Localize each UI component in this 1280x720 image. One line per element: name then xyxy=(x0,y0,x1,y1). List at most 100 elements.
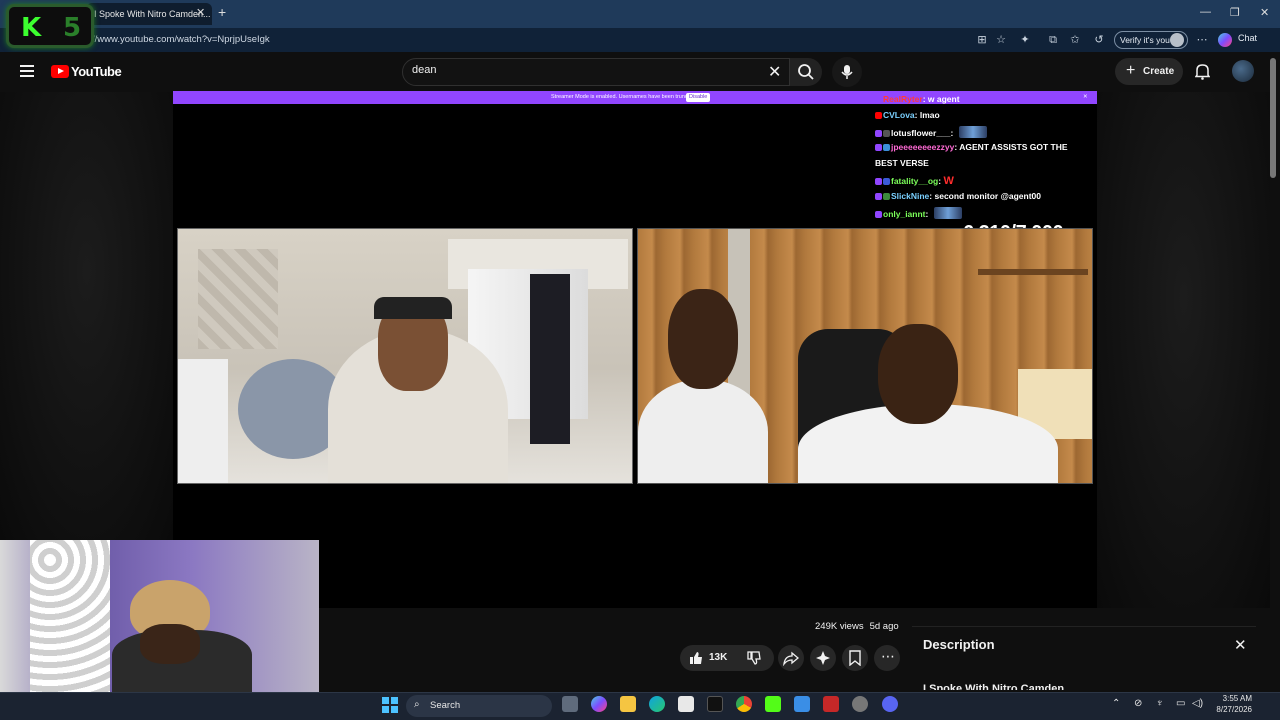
plus-icon: + xyxy=(1126,62,1136,79)
description-close-icon[interactable]: ✕ xyxy=(1234,636,1247,654)
beanie xyxy=(374,297,452,319)
platform-badge-icon xyxy=(875,178,882,185)
like-button[interactable] xyxy=(688,650,704,671)
tray-chevron-icon[interactable]: ⌃ xyxy=(1112,698,1120,709)
favorites-icon[interactable]: ✩ xyxy=(1068,33,1082,47)
dislike-button[interactable] xyxy=(746,650,762,671)
platform-badge-icon xyxy=(875,130,882,137)
tray-location-icon[interactable]: ⊘ xyxy=(1134,698,1142,709)
chat-text: BEST VERSE xyxy=(875,158,929,168)
edge-icon[interactable] xyxy=(649,696,665,712)
search-button[interactable] xyxy=(790,58,822,86)
copilot-chat-button[interactable]: Chat xyxy=(1238,33,1257,43)
kick-icon[interactable] xyxy=(765,696,781,712)
tab-title: I Spoke With Nitro Camden... xyxy=(94,9,211,19)
chat-username: lotusflower___ xyxy=(891,128,951,138)
settings-gear-icon[interactable] xyxy=(852,696,868,712)
tab-close-icon[interactable]: ✕ xyxy=(196,6,205,19)
app-available-icon[interactable]: ⊞ xyxy=(975,33,989,47)
ambient-left xyxy=(0,92,173,540)
url-field[interactable]: //www.youtube.com/watch?v=NprjpUseIgk xyxy=(92,34,270,45)
chat-message: lotusflower___: xyxy=(875,126,987,138)
save-button[interactable] xyxy=(842,645,868,671)
platform-badge-icon xyxy=(875,112,882,119)
close-window-icon[interactable]: ✕ xyxy=(1260,6,1269,19)
new-tab-icon[interactable]: + xyxy=(218,4,226,20)
chat-message: fatality__og: W xyxy=(875,175,954,187)
platform-badge-icon xyxy=(875,211,882,218)
youtube-logo-text[interactable]: YouTube xyxy=(71,64,122,79)
person-right-a xyxy=(638,379,768,483)
task-view-icon[interactable] xyxy=(562,696,578,712)
share-button[interactable] xyxy=(778,645,804,671)
wall-frames xyxy=(198,249,278,349)
voicemeeter-icon[interactable] xyxy=(823,696,839,712)
shelf xyxy=(978,269,1088,275)
more-icon: ⋯ xyxy=(881,648,895,664)
taskbar-clock[interactable]: 3:55 AM 8/27/2026 xyxy=(1214,693,1252,715)
chat-message: RealRyter: w agent xyxy=(875,94,960,104)
taskbar-search-label: Search xyxy=(430,700,461,711)
chrome-icon[interactable] xyxy=(736,696,752,712)
thumbs-down-icon xyxy=(747,651,761,665)
copilot-app-icon[interactable] xyxy=(591,696,607,712)
like-count: 13K xyxy=(709,652,728,663)
description-title: Description xyxy=(923,637,995,652)
chat-text: W xyxy=(943,175,954,187)
minimize-icon[interactable]: — xyxy=(1200,6,1211,18)
tray-mic-icon[interactable]: ♆ xyxy=(1156,698,1164,709)
streamer-webcam xyxy=(0,540,319,692)
menu-icon[interactable] xyxy=(20,65,34,80)
sub-badge-icon xyxy=(883,193,890,200)
video-pane-right xyxy=(637,228,1093,484)
chat-message: only_iannt: xyxy=(875,207,962,219)
discord-icon[interactable] xyxy=(882,696,898,712)
more-actions-button[interactable]: ⋯ xyxy=(874,645,900,671)
page-scrollbar[interactable] xyxy=(1270,58,1276,178)
account-avatar[interactable] xyxy=(1232,60,1254,82)
split-screen-icon[interactable]: ⧉ xyxy=(1046,33,1060,47)
curtain xyxy=(530,274,570,444)
terminal-icon[interactable] xyxy=(707,696,723,712)
browser-tab[interactable]: I Spoke With Nitro Camden... xyxy=(86,3,212,25)
share-icon xyxy=(783,651,799,666)
history-icon[interactable]: ↺ xyxy=(1092,33,1106,47)
banner-close-icon[interactable]: ✕ xyxy=(1083,91,1088,104)
copilot-icon xyxy=(1218,33,1232,47)
banner-text: Streamer Mode is enabled. Usernames have… xyxy=(551,94,700,100)
streamer-face xyxy=(140,624,200,664)
verify-label: Verify it's you xyxy=(1120,35,1170,45)
chat-username: RealRyter xyxy=(883,94,923,104)
disable-streamer-mode-button[interactable]: Disable xyxy=(686,93,711,102)
clear-search-icon[interactable]: ✕ xyxy=(768,62,781,82)
store-icon[interactable] xyxy=(678,696,694,712)
chat-message-continued: BEST VERSE xyxy=(875,158,929,168)
video-pane-left xyxy=(177,228,633,484)
bookmark-icon xyxy=(849,650,861,666)
search-input[interactable] xyxy=(412,64,752,76)
windows-start-icon[interactable] xyxy=(382,697,398,718)
favorite-star-icon[interactable]: ☆ xyxy=(994,33,1008,47)
clock-date: 8/27/2026 xyxy=(1216,705,1252,714)
chat-username: only_iannt xyxy=(883,209,926,219)
chat-username: jpeeeeeeeezzyy xyxy=(891,142,955,152)
notepad-icon[interactable] xyxy=(794,696,810,712)
description-snippet: I Spoke With Nitro Camden xyxy=(923,683,1065,690)
tray-volume-icon[interactable]: ◁) xyxy=(1192,698,1203,709)
ask-ai-button[interactable] xyxy=(810,645,836,671)
youtube-play-glyph xyxy=(58,68,64,74)
ambient-right xyxy=(1097,92,1270,608)
platform-badge-icon xyxy=(875,193,882,200)
chat-username: SlickNine xyxy=(891,191,930,201)
file-explorer-icon[interactable] xyxy=(620,696,636,712)
more-menu-icon[interactable]: ⋯ xyxy=(1195,33,1209,47)
notifications-bell-icon[interactable] xyxy=(1194,63,1211,85)
extensions-icon[interactable]: ✦ xyxy=(1018,33,1032,47)
voice-search-button[interactable] xyxy=(832,57,862,87)
tray-network-icon[interactable]: ▭ xyxy=(1176,698,1185,709)
search-icon xyxy=(798,64,814,80)
taskbar-search[interactable]: Search xyxy=(406,695,552,717)
profile-avatar-icon xyxy=(1170,33,1184,47)
emote-icon xyxy=(933,207,962,219)
restore-icon[interactable]: ❐ xyxy=(1230,6,1240,19)
